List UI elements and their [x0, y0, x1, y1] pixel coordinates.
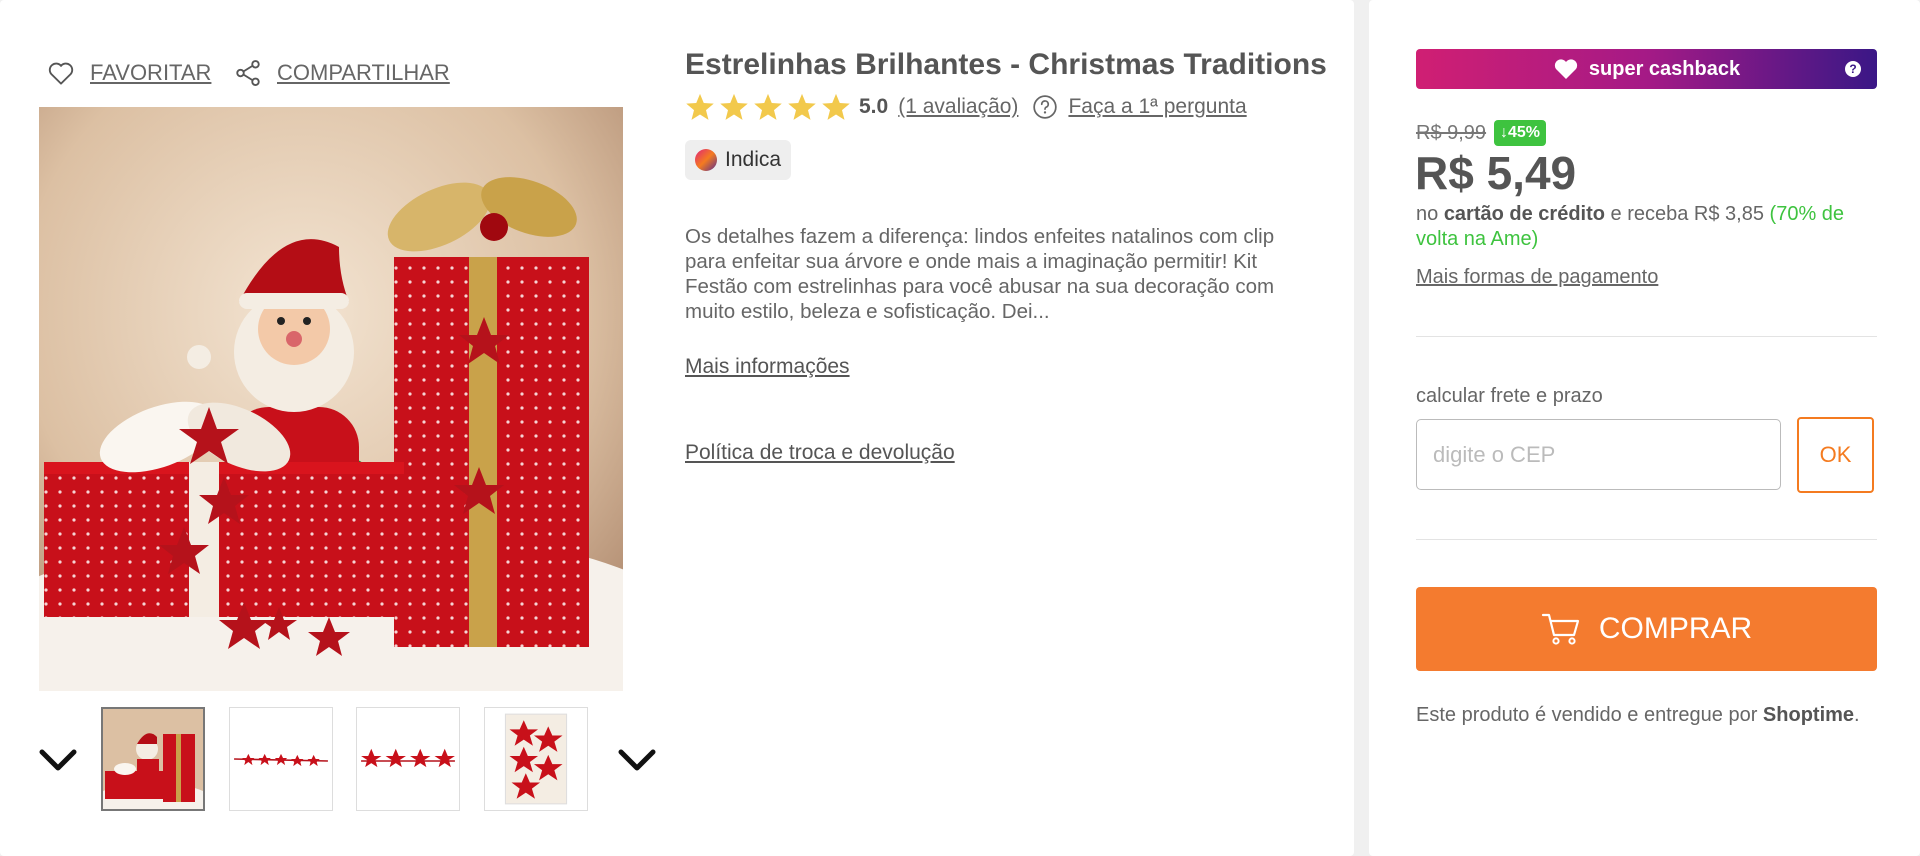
rating-row: 5.0 (1 avaliação) Faça a 1ª pergunta: [685, 90, 1247, 124]
payment-card: cartão de crédito: [1443, 203, 1605, 225]
shipping-label: calcular frete e prazo: [1416, 385, 1603, 407]
thumb-star-package-image: [485, 708, 587, 810]
favorite-button[interactable]: FAVORITAR: [46, 58, 211, 88]
question-icon: [1033, 95, 1058, 119]
more-info-link[interactable]: Mais informações: [685, 355, 850, 379]
seller-name: Shoptime: [1762, 704, 1855, 726]
cep-input[interactable]: [1416, 419, 1781, 490]
product-main-image[interactable]: [39, 107, 623, 691]
favorite-label: FAVORITAR: [90, 60, 212, 85]
gallery-thumbnail[interactable]: [484, 707, 588, 811]
star-icon: [788, 93, 816, 120]
santa-gifts-illustration: [39, 107, 623, 691]
help-icon[interactable]: ?: [1845, 61, 1861, 77]
old-price: R$ 9,99: [1416, 122, 1487, 144]
gallery-thumbnail[interactable]: [356, 707, 460, 811]
purchase-panel: super cashback ? R$ 9,99 ↓45% R$ 5,49 no…: [1369, 0, 1920, 856]
cashback-label: super cashback: [1588, 57, 1741, 80]
star-icon: [720, 93, 748, 120]
thumb-star-clips-image: [357, 708, 459, 810]
current-price: R$ 5,49: [1415, 147, 1577, 199]
buy-label: COMPRAR: [1598, 612, 1753, 645]
thumb-santa-gifts-image: [103, 709, 203, 809]
heart-icon: [48, 62, 74, 85]
reviews-link[interactable]: (1 avaliação): [898, 95, 1018, 119]
seller-prefix: Este produto é vendido e entregue por: [1416, 704, 1763, 726]
discount-badge: ↓45%: [1494, 120, 1547, 146]
seller-suffix: .: [1854, 704, 1860, 726]
product-title: Estrelinhas Brilhantes - Christmas Tradi…: [685, 48, 1327, 81]
gallery-thumbnail[interactable]: [101, 707, 205, 811]
indica-icon: [695, 149, 717, 171]
star-icon: [822, 93, 850, 120]
gallery-prev-arrow[interactable]: [38, 742, 78, 776]
payment-info: no cartão de crédito e receba R$ 3,85 (7…: [1416, 202, 1886, 252]
share-label: COMPARTILHAR: [277, 60, 450, 85]
indica-badge: Indica: [685, 140, 792, 180]
rating-value: 5.0: [859, 95, 889, 118]
thumb-star-garland-image: [230, 708, 332, 810]
share-icon: [236, 60, 260, 86]
star-icon: [686, 93, 714, 120]
chevron-down-icon: [39, 749, 77, 771]
return-policy-link[interactable]: Política de troca e devolução: [685, 441, 955, 465]
star-icon: [754, 93, 782, 120]
share-button[interactable]: COMPARTILHAR: [233, 58, 450, 88]
super-cashback-banner[interactable]: super cashback ?: [1416, 49, 1877, 89]
more-payment-link[interactable]: Mais formas de pagamento: [1416, 266, 1658, 289]
heart-icon: [1554, 59, 1577, 79]
gallery-next-arrow[interactable]: [617, 742, 657, 776]
seller-info: Este produto é vendido e entregue por Sh…: [1416, 703, 1877, 728]
cep-ok-button[interactable]: OK: [1797, 417, 1874, 493]
indica-label: Indica: [725, 148, 782, 171]
buy-button[interactable]: COMPRAR: [1416, 587, 1877, 671]
ask-question-link[interactable]: Faça a 1ª pergunta: [1032, 94, 1247, 120]
product-gallery-panel: FAVORITAR COMPARTILHAR Estrelinhas Brilh…: [0, 0, 1354, 856]
chevron-down-icon: [618, 749, 656, 771]
divider: [1416, 336, 1877, 337]
divider: [1416, 539, 1877, 540]
rating-stars: [685, 92, 851, 122]
payment-prefix: no: [1416, 203, 1444, 225]
gallery-thumbnail[interactable]: [229, 707, 333, 811]
product-description: Os detalhes fazem a diferença: lindos en…: [685, 225, 1275, 323]
ask-question-label: Faça a 1ª pergunta: [1068, 95, 1247, 118]
payment-middle: e receba R$ 3,85: [1604, 203, 1770, 225]
cart-icon: [1541, 613, 1579, 645]
